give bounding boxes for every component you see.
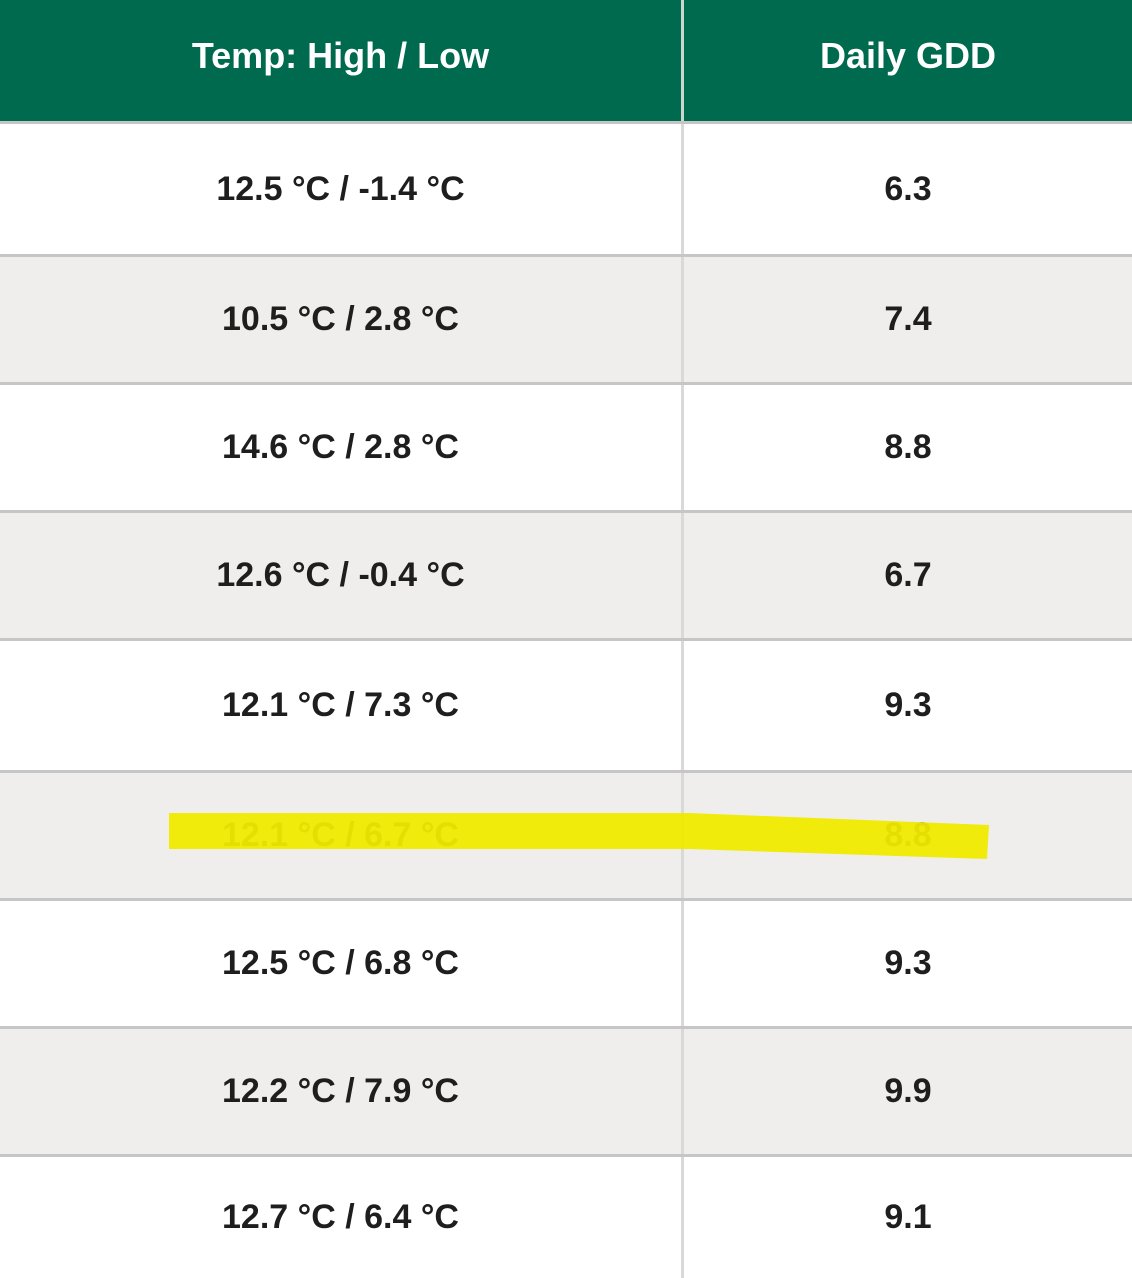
cell-temp: 12.1 °C / 7.3 °C [0, 641, 684, 770]
cell-temp: 12.1 °C / 6.7 °C [0, 773, 684, 898]
cell-gdd: 9.1 [684, 1157, 1132, 1278]
table-row: 12.1 °C / 7.3 °C 9.3 [0, 641, 1132, 773]
cell-temp: 14.6 °C / 2.8 °C [0, 385, 684, 510]
cell-gdd: 9.3 [684, 901, 1132, 1026]
header-daily-gdd[interactable]: Daily GDD [684, 0, 1132, 121]
cell-gdd: 9.3 [684, 641, 1132, 770]
cell-temp: 10.5 °C / 2.8 °C [0, 257, 684, 382]
header-temp-label: Temp: High / Low [191, 34, 490, 76]
gdd-value: 9.3 [884, 686, 932, 724]
cell-temp: 12.7 °C / 6.4 °C [0, 1157, 684, 1278]
gdd-value: 9.3 [884, 944, 932, 982]
temp-value: 12.7 °C / 6.4 °C [222, 1198, 459, 1236]
table-body: 12.5 °C / -1.4 °C 6.3 10.5 °C / 2.8 °C 7… [0, 124, 1132, 1278]
table-row: 14.6 °C / 2.8 °C 8.8 [0, 385, 1132, 513]
temp-value: 12.2 °C / 7.9 °C [222, 1072, 459, 1110]
table-row: 12.6 °C / -0.4 °C 6.7 [0, 513, 1132, 641]
table-row: 12.5 °C / 6.8 °C 9.3 [0, 901, 1132, 1029]
table-row: 12.5 °C / -1.4 °C 6.3 [0, 124, 1132, 257]
header-temp-high-low[interactable]: Temp: High / Low [0, 0, 684, 121]
gdd-value: 9.9 [884, 1072, 932, 1110]
cell-gdd: 9.9 [684, 1029, 1132, 1154]
cell-temp: 12.2 °C / 7.9 °C [0, 1029, 684, 1154]
gdd-value: 8.8 [884, 816, 932, 854]
gdd-value: 6.3 [884, 169, 932, 208]
table-header-row: Temp: High / Low Daily GDD [0, 0, 1132, 124]
temp-value: 12.6 °C / -0.4 °C [216, 556, 465, 594]
gdd-value: 8.8 [884, 428, 932, 466]
table-row: 12.7 °C / 6.4 °C 9.1 [0, 1157, 1132, 1278]
gdd-value: 9.1 [884, 1198, 932, 1236]
temp-value: 12.1 °C / 6.7 °C [222, 816, 459, 854]
table-row: 12.2 °C / 7.9 °C 9.9 [0, 1029, 1132, 1157]
cell-temp: 12.5 °C / 6.8 °C [0, 901, 684, 1026]
cell-gdd: 6.3 [684, 124, 1132, 254]
gdd-value: 6.7 [884, 556, 932, 594]
cell-gdd: 6.7 [684, 513, 1132, 638]
temp-value: 12.5 °C / 6.8 °C [222, 944, 459, 982]
cell-temp: 12.6 °C / -0.4 °C [0, 513, 684, 638]
temp-value: 10.5 °C / 2.8 °C [222, 300, 459, 338]
temp-value: 12.5 °C / -1.4 °C [216, 169, 465, 208]
gdd-value: 7.4 [884, 300, 932, 338]
temp-value: 14.6 °C / 2.8 °C [222, 428, 459, 466]
cell-gdd: 8.8 [684, 385, 1132, 510]
cell-gdd: 7.4 [684, 257, 1132, 382]
cell-temp: 12.5 °C / -1.4 °C [0, 124, 684, 254]
temp-value: 12.1 °C / 7.3 °C [222, 686, 459, 724]
table-row: 10.5 °C / 2.8 °C 7.4 [0, 257, 1132, 385]
cell-gdd: 8.8 [684, 773, 1132, 898]
header-gdd-label: Daily GDD [819, 34, 997, 76]
table-row-highlighted: 12.1 °C / 6.7 °C 8.8 [0, 773, 1132, 901]
gdd-table: Temp: High / Low Daily GDD 12.5 °C / -1.… [0, 0, 1132, 1278]
